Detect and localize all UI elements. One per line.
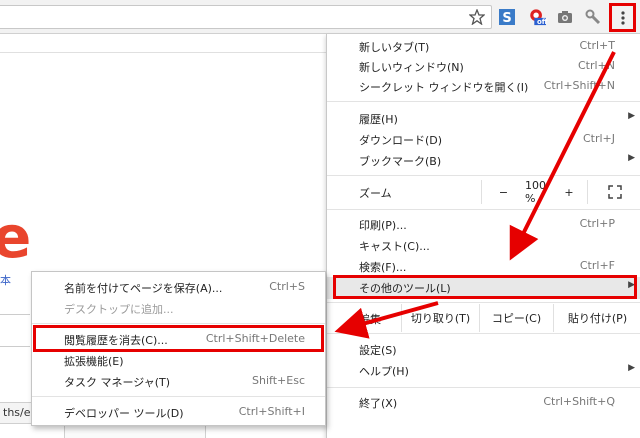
annotation-arrows (334, 51, 616, 339)
arrow-to-clear-history (334, 301, 439, 339)
arrow-to-more-tools (509, 51, 616, 261)
browser-window: S off e 本 ths/en 新しいタブ(T) Ctrl+T 新しいウィンド… (0, 0, 640, 438)
